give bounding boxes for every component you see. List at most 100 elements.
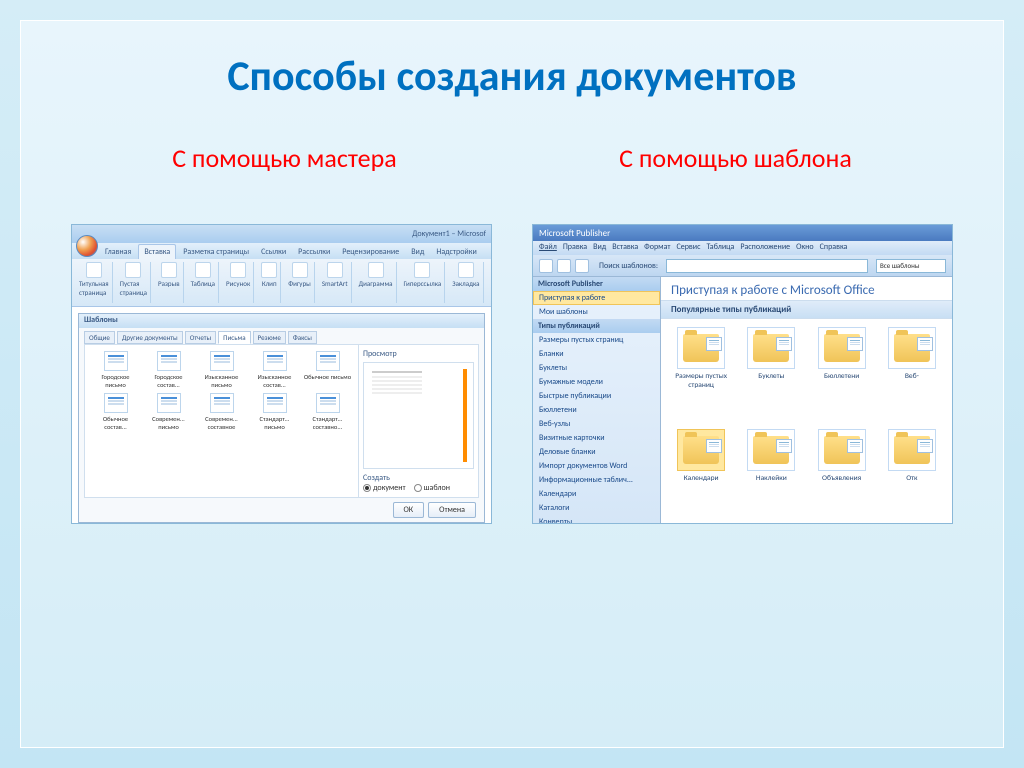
- pub-type-item-selected[interactable]: Календари: [669, 429, 733, 516]
- ribbon-btn[interactable]: Закладка: [449, 262, 483, 303]
- subtitle-left: С помощью мастера: [172, 142, 397, 174]
- menu-format[interactable]: Формат: [644, 242, 670, 254]
- ribbon-btn[interactable]: Гиперссылка: [401, 262, 446, 303]
- ribbon-btn[interactable]: Клип: [258, 262, 281, 303]
- create-label: Создать: [363, 473, 474, 483]
- template-grid: Городское письмо Городское состав... Изы…: [85, 345, 358, 497]
- publication-grid: Размеры пустых страниц Буклеты Бюллетени…: [661, 319, 952, 523]
- sidebar-item[interactable]: Буклеты: [533, 361, 660, 375]
- template-item[interactable]: Обычное письмо: [303, 351, 352, 389]
- popular-heading: Популярные типы публикаций: [661, 300, 952, 319]
- tab-references[interactable]: Ссылки: [256, 245, 291, 259]
- pub-type-item[interactable]: Веб-: [880, 327, 944, 423]
- dlg-tab[interactable]: Письма: [218, 331, 250, 344]
- template-item[interactable]: Изысканное письмо: [197, 351, 246, 389]
- menu-help[interactable]: Справка: [820, 242, 848, 254]
- dlg-tab[interactable]: Отчеты: [185, 331, 216, 344]
- sidebar-item[interactable]: Бумажные модели: [533, 375, 660, 389]
- ribbon-btn[interactable]: SmartArt: [319, 262, 352, 303]
- sidebar-item-mytemplates[interactable]: Мои шаблоны: [533, 305, 660, 319]
- radio-document[interactable]: документ: [363, 483, 406, 493]
- sidebar-item[interactable]: Размеры пустых страниц: [533, 333, 660, 347]
- ribbon-btn[interactable]: Титульная страница: [76, 262, 113, 303]
- ribbon-btn[interactable]: Пустая страница: [117, 262, 151, 303]
- search-label: Поиск шаблонов:: [599, 261, 658, 271]
- ribbon-body: Титульная страница Пустая страница Разры…: [72, 259, 491, 307]
- ribbon-btn[interactable]: Рисунок: [223, 262, 254, 303]
- pub-type-item[interactable]: Буклеты: [739, 327, 803, 423]
- menu-file[interactable]: Файл: [539, 242, 557, 254]
- preview-label: Просмотр: [363, 349, 474, 359]
- template-item[interactable]: Современ... составное: [197, 393, 246, 431]
- menu-arrange[interactable]: Расположение: [740, 242, 790, 254]
- sidebar-item[interactable]: Веб-узлы: [533, 417, 660, 431]
- template-item[interactable]: Городское состав...: [144, 351, 193, 389]
- publisher-titlebar: Microsoft Publisher: [533, 225, 952, 241]
- office-button-icon[interactable]: [76, 235, 98, 257]
- menu-view[interactable]: Вид: [593, 242, 606, 254]
- preview-document: [363, 362, 474, 469]
- pub-type-item[interactable]: Наклейки: [739, 429, 803, 516]
- sidebar-item[interactable]: Информационные таблич...: [533, 473, 660, 487]
- templates-dialog: Шаблоны Общие Другие документы Отчеты Пи…: [78, 313, 485, 523]
- dialog-title: Шаблоны: [79, 314, 484, 328]
- sidebar-item[interactable]: Конверты: [533, 515, 660, 523]
- tab-view[interactable]: Вид: [406, 245, 429, 259]
- ribbon-btn[interactable]: Фигуры: [285, 262, 315, 303]
- sidebar-item[interactable]: Визитные карточки: [533, 431, 660, 445]
- pub-type-item[interactable]: Размеры пустых страниц: [669, 327, 733, 423]
- toolbar-icon[interactable]: [575, 259, 589, 273]
- sidebar-item[interactable]: Быстрые публикации: [533, 389, 660, 403]
- dlg-tab[interactable]: Резюме: [253, 331, 286, 344]
- toolbar-icon[interactable]: [557, 259, 571, 273]
- ribbon-btn[interactable]: Перекрестная: [488, 262, 492, 303]
- toolbar-icon[interactable]: [539, 259, 553, 273]
- sidebar: Microsoft Publisher Приступая к работе М…: [533, 277, 661, 523]
- dlg-tab[interactable]: Другие документы: [117, 331, 183, 344]
- cancel-button[interactable]: Отмена: [428, 502, 476, 518]
- tab-layout[interactable]: Разметка страницы: [178, 245, 254, 259]
- menu-insert[interactable]: Вставка: [612, 242, 638, 254]
- tab-review[interactable]: Рецензирование: [337, 245, 404, 259]
- sidebar-item[interactable]: Календари: [533, 487, 660, 501]
- sidebar-item[interactable]: Каталоги: [533, 501, 660, 515]
- sidebar-item-getstarted[interactable]: Приступая к работе: [533, 291, 660, 305]
- dlg-tab[interactable]: Факсы: [288, 331, 317, 344]
- pub-type-item[interactable]: Объявления: [810, 429, 874, 516]
- sidebar-item[interactable]: Деловые бланки: [533, 445, 660, 459]
- tab-mailings[interactable]: Рассылки: [293, 245, 335, 259]
- sidebar-head-types: Типы публикаций: [533, 319, 660, 333]
- dialog-tabs: Общие Другие документы Отчеты Письма Рез…: [79, 328, 484, 344]
- template-item[interactable]: Городское письмо: [91, 351, 140, 389]
- main-pane: Приступая к работе с Microsoft Office По…: [661, 277, 952, 523]
- ribbon-btn[interactable]: Диаграмма: [356, 262, 397, 303]
- preview-pane: Просмотр Создать документ шаблон: [358, 345, 478, 497]
- tab-insert[interactable]: Вставка: [138, 244, 176, 259]
- radio-template[interactable]: шаблон: [414, 483, 450, 493]
- ok-button[interactable]: ОК: [393, 502, 425, 518]
- menu-window[interactable]: Окно: [796, 242, 814, 254]
- search-input[interactable]: [666, 259, 868, 273]
- sidebar-item[interactable]: Импорт документов Word: [533, 459, 660, 473]
- tab-addins[interactable]: Надстройки: [431, 245, 481, 259]
- toolbar: Поиск шаблонов: Все шаблоны: [533, 255, 952, 277]
- template-item[interactable]: Обычное состав...: [91, 393, 140, 431]
- pub-type-item[interactable]: Бюллетени: [810, 327, 874, 423]
- tab-home[interactable]: Главная: [100, 245, 136, 259]
- menu-table[interactable]: Таблица: [706, 242, 734, 254]
- dlg-tab[interactable]: Общие: [84, 331, 115, 344]
- subtitle-right: С помощью шаблона: [619, 142, 852, 174]
- ribbon-btn[interactable]: Таблица: [188, 262, 219, 303]
- template-item[interactable]: Современ... письмо: [144, 393, 193, 431]
- sidebar-item[interactable]: Бланки: [533, 347, 660, 361]
- menu-edit[interactable]: Правка: [563, 242, 587, 254]
- template-item[interactable]: Стандарт... составно...: [303, 393, 352, 431]
- template-item[interactable]: Изысканное состав...: [250, 351, 299, 389]
- menu-tools[interactable]: Сервис: [676, 242, 700, 254]
- pub-type-item[interactable]: Отк: [880, 429, 944, 516]
- ribbon-btn[interactable]: Разрыв: [155, 262, 184, 303]
- search-dropdown[interactable]: Все шаблоны: [876, 259, 946, 273]
- sidebar-item[interactable]: Бюллетени: [533, 403, 660, 417]
- template-item[interactable]: Стандарт... письмо: [250, 393, 299, 431]
- slide-title: Способы создания документов: [61, 51, 963, 102]
